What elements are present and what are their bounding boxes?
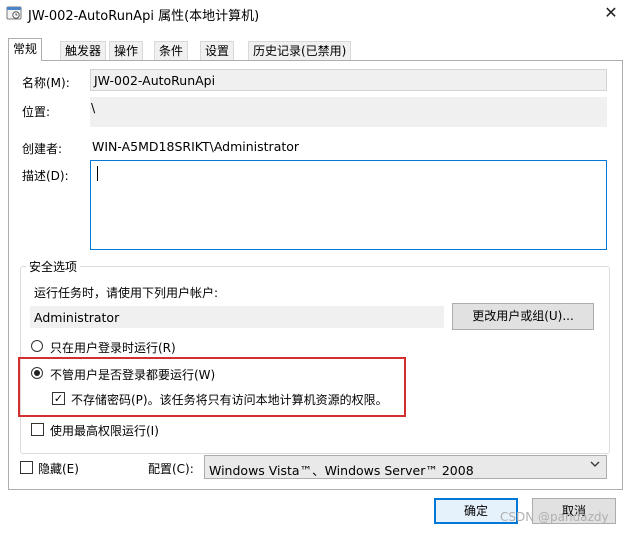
- configure-label: 配置(C):: [148, 462, 194, 476]
- title-bar: JW-002-AutoRunApi 属性(本地计算机) ✕: [0, 0, 630, 28]
- location-field: \: [90, 97, 607, 127]
- user-account-field: Administrator: [30, 306, 444, 328]
- tab-conditions[interactable]: 条件: [154, 41, 189, 60]
- close-icon[interactable]: ✕: [598, 2, 624, 24]
- tab-settings[interactable]: 设置: [200, 41, 235, 60]
- name-field: JW-002-AutoRunApi: [90, 69, 607, 91]
- hidden-checkbox[interactable]: [20, 461, 33, 474]
- description-textarea[interactable]: [90, 160, 607, 250]
- hidden-label[interactable]: 隐藏(E): [38, 460, 79, 477]
- radio-run-only-logged-on-label[interactable]: 只在用户登录时运行(R): [50, 339, 176, 356]
- tab-actions[interactable]: 操作: [109, 41, 144, 60]
- author-label: 创建者:: [22, 142, 63, 156]
- description-label: 描述(D):: [22, 169, 69, 183]
- radio-run-only-logged-on[interactable]: [31, 340, 43, 352]
- change-user-button[interactable]: 更改用户或组(U)...: [452, 303, 594, 330]
- tab-general[interactable]: 常规: [8, 38, 43, 61]
- name-label: 名称(M):: [22, 76, 70, 90]
- window-title: JW-002-AutoRunApi 属性(本地计算机): [28, 9, 260, 24]
- chevron-down-icon: [590, 459, 600, 472]
- location-label: 位置:: [22, 105, 51, 119]
- highest-privileges-label[interactable]: 使用最高权限运行(I): [50, 422, 159, 439]
- highest-privileges-checkbox[interactable]: [31, 423, 44, 436]
- security-options-legend: 安全选项: [26, 258, 81, 275]
- author-value: WIN-A5MD18SRIKT\Administrator: [92, 139, 300, 154]
- tab-triggers[interactable]: 触发器: [60, 41, 107, 60]
- highlight-box: [18, 357, 406, 417]
- configure-value: Windows Vista™、Windows Server™ 2008: [209, 463, 474, 478]
- watermark-text: CSDN @pandazdy: [500, 510, 609, 524]
- configure-select[interactable]: Windows Vista™、Windows Server™ 2008: [204, 455, 607, 479]
- run-as-prompt: 运行任务时，请使用下列用户帐户:: [34, 286, 219, 300]
- tab-history[interactable]: 历史记录(已禁用): [248, 41, 352, 60]
- task-scheduler-icon: [6, 6, 22, 20]
- text-caret: [97, 166, 98, 181]
- name-value: JW-002-AutoRunApi: [94, 73, 216, 88]
- tab-strip: 常规 触发器 操作 条件 设置 历史记录(已禁用): [8, 38, 622, 61]
- location-value: \: [91, 100, 96, 115]
- user-account-value: Administrator: [34, 310, 120, 325]
